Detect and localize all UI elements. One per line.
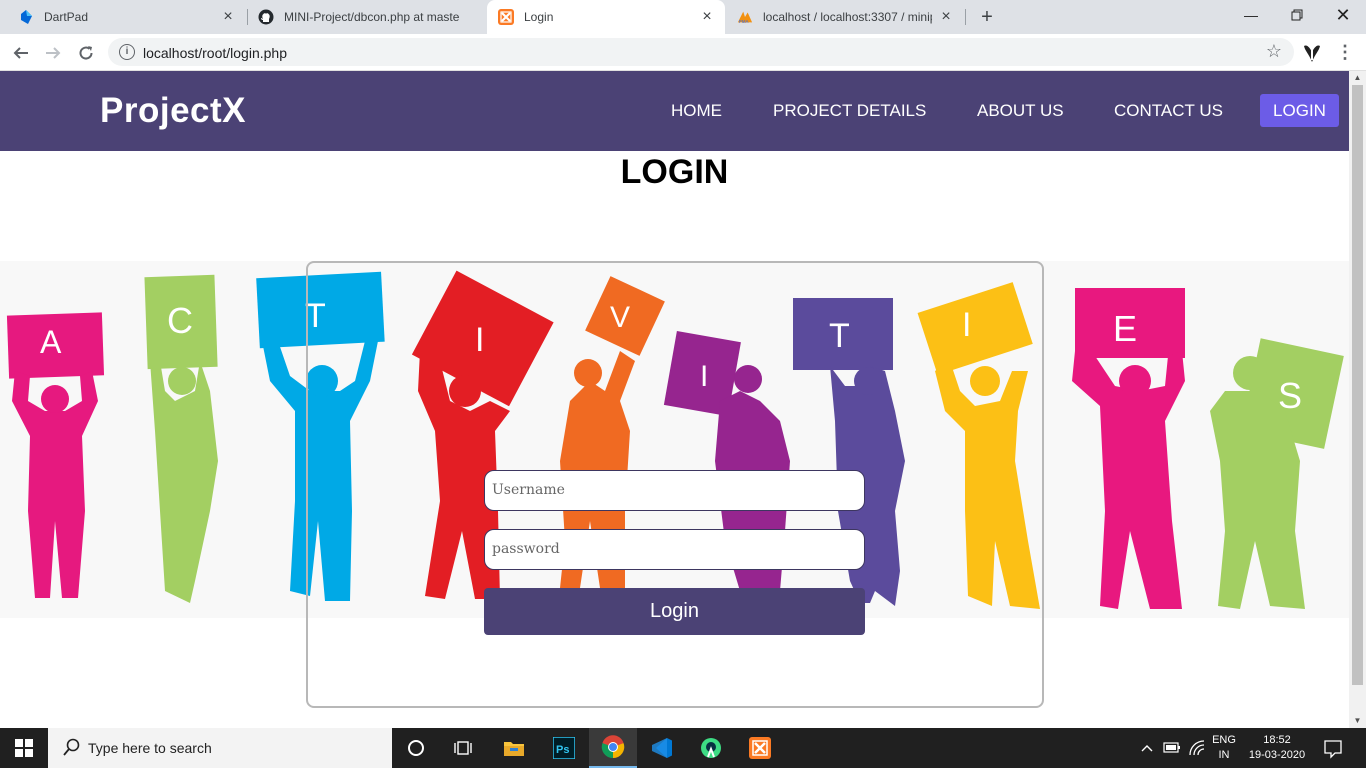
search-icon — [62, 738, 80, 758]
svg-text:Ps: Ps — [556, 744, 569, 756]
tab-title: localhost / localhost:3307 / minip — [763, 10, 932, 24]
close-icon[interactable]: × — [938, 9, 954, 25]
chrome-icon[interactable] — [589, 728, 637, 768]
xampp-taskbar-icon[interactable] — [736, 728, 784, 768]
tab-login[interactable]: Login × — [487, 0, 725, 34]
nav-home[interactable]: HOME — [671, 101, 722, 121]
nav-about-us[interactable]: ABOUT US — [977, 101, 1064, 121]
address-bar[interactable]: i localhost/root/login.php ☆ — [108, 38, 1294, 66]
site-logo[interactable]: ProjectX — [100, 91, 246, 131]
task-view-icon[interactable] — [440, 728, 488, 768]
wifi-icon[interactable] — [1188, 728, 1206, 768]
dartpad-icon — [18, 9, 34, 25]
region-code: IN — [1218, 749, 1230, 761]
battery-icon[interactable] — [1162, 728, 1182, 768]
page-scrollbar[interactable]: ▲ ▼ — [1349, 71, 1366, 728]
info-icon[interactable]: i — [119, 44, 135, 60]
username-input[interactable]: Username — [484, 470, 865, 511]
clock-date: 19-03-2020 — [1248, 749, 1306, 761]
android-studio-icon[interactable] — [687, 728, 735, 768]
url-text[interactable]: localhost/root/login.php — [143, 45, 287, 61]
forward-arrow-icon[interactable] — [40, 40, 66, 66]
cortana-icon[interactable] — [392, 728, 440, 768]
nav-contact-us[interactable]: CONTACT US — [1114, 101, 1223, 121]
close-icon[interactable]: × — [699, 9, 715, 25]
reload-icon[interactable] — [73, 40, 99, 66]
tab-title: DartPad — [44, 10, 89, 24]
search-placeholder: Type here to search — [88, 740, 212, 756]
taskbar-search-box[interactable]: Type here to search — [48, 728, 392, 768]
scroll-down-arrow-icon[interactable]: ▼ — [1349, 714, 1366, 728]
svg-text:S: S — [1278, 375, 1302, 416]
new-tab-button[interactable]: + — [975, 6, 999, 30]
svg-text:A: A — [40, 324, 62, 360]
close-window-button[interactable]: ✕ — [1320, 0, 1366, 30]
restore-button[interactable] — [1274, 0, 1320, 30]
login-submit-button[interactable]: Login — [484, 588, 865, 635]
svg-text:E: E — [1113, 308, 1137, 349]
phpmyadmin-icon: PMA — [737, 9, 753, 25]
browser-tab-bar: DartPad × MINI-Project/dbcon.php at mast… — [0, 0, 1366, 34]
file-explorer-icon[interactable] — [490, 728, 538, 768]
svg-text:C: C — [167, 300, 193, 341]
back-arrow-icon[interactable] — [8, 40, 34, 66]
page-title: LOGIN — [620, 153, 729, 191]
windows-start-icon[interactable] — [0, 728, 48, 768]
extension-icon[interactable] — [1301, 42, 1323, 64]
language-indicator[interactable]: ENG IN — [1208, 733, 1240, 763]
notification-icon[interactable] — [1318, 728, 1348, 768]
tab-title: MINI-Project/dbcon.php at maste — [284, 10, 460, 24]
tab-github[interactable]: MINI-Project/dbcon.php at maste — [248, 0, 486, 34]
close-icon[interactable]: × — [220, 9, 236, 25]
tab-dartpad[interactable]: DartPad × — [0, 0, 246, 34]
scrollbar-thumb[interactable] — [1352, 85, 1363, 685]
windows-taskbar: Type here to search Ps ENG IN 18:52 19-0… — [0, 728, 1366, 768]
nav-project-details[interactable]: PROJECT DETAILS — [773, 101, 926, 121]
browser-toolbar: i localhost/root/login.php ☆ ⋮ — [0, 34, 1366, 71]
clock[interactable]: 18:52 19-03-2020 — [1244, 733, 1310, 763]
password-input[interactable]: password — [484, 529, 865, 570]
bookmark-star-icon[interactable]: ☆ — [1266, 41, 1282, 62]
site-navbar: ProjectX HOME PROJECT DETAILS ABOUT US C… — [0, 71, 1349, 151]
github-icon — [258, 9, 274, 25]
silhouette-s — [1210, 338, 1344, 609]
tab-phpmyadmin[interactable]: PMA localhost / localhost:3307 / minip × — [726, 0, 964, 34]
tab-separator — [965, 9, 966, 25]
clock-time: 18:52 — [1263, 734, 1291, 746]
vscode-icon[interactable] — [638, 728, 686, 768]
show-hidden-icons-icon[interactable] — [1140, 728, 1156, 768]
nav-login-button[interactable]: LOGIN — [1260, 94, 1339, 127]
xampp-icon — [498, 9, 514, 25]
language-code: ENG — [1212, 734, 1236, 746]
photoshop-icon[interactable]: Ps — [540, 728, 588, 768]
browser-menu-icon[interactable]: ⋮ — [1336, 42, 1354, 64]
page-viewport: ProjectX HOME PROJECT DETAILS ABOUT US C… — [0, 71, 1366, 728]
minimize-button[interactable]: — — [1228, 0, 1274, 30]
scroll-up-arrow-icon[interactable]: ▲ — [1349, 71, 1366, 85]
tab-title: Login — [524, 10, 554, 24]
svg-text:PMA: PMA — [739, 19, 750, 24]
